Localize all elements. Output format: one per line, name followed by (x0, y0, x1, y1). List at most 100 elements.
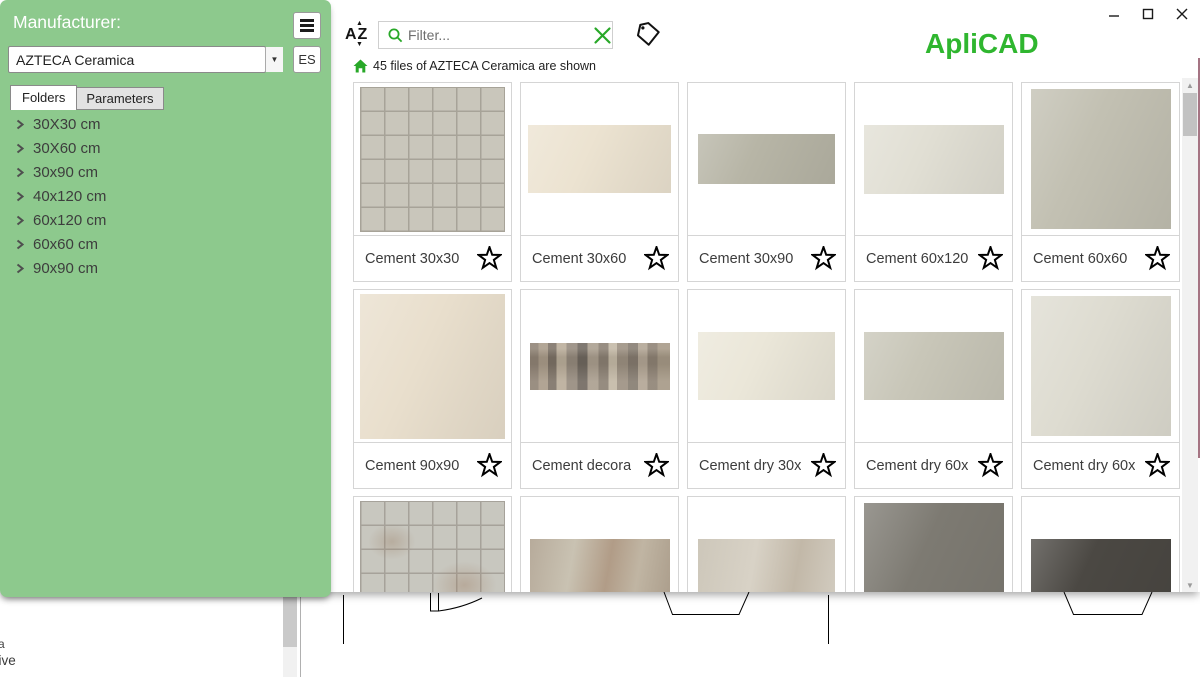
tile-card[interactable]: Cement decora (520, 289, 679, 489)
tile-caption: Cement 30x60 (521, 235, 678, 281)
star-icon (644, 246, 669, 271)
tile-caption: Cement 90x90 (354, 442, 511, 488)
tag-icon (634, 20, 662, 48)
chevron-right-icon (16, 215, 24, 226)
favorite-star-button[interactable] (477, 246, 502, 271)
background-scrollbar-edge (300, 592, 301, 677)
tab-parameters[interactable]: Parameters (76, 87, 163, 110)
tile-thumbnail (360, 501, 505, 592)
filter-search-box[interactable] (378, 21, 613, 49)
scroll-down-arrow[interactable]: ▼ (1182, 578, 1198, 592)
favorite-star-button[interactable] (811, 246, 836, 271)
favorite-star-button[interactable] (1145, 453, 1170, 478)
cad-text-fragment: a (0, 637, 5, 651)
background-scrollbar-thumb[interactable] (283, 592, 297, 647)
folder-tree-item[interactable]: 30X60 cm (0, 136, 331, 160)
favorite-star-button[interactable] (477, 453, 502, 478)
star-icon (978, 246, 1003, 271)
favorite-star-button[interactable] (978, 453, 1003, 478)
tile-name: Cement 60x120 (866, 251, 968, 267)
tile-thumbnail (1031, 539, 1171, 592)
menu-button[interactable] (293, 12, 321, 39)
clear-filter-icon[interactable] (593, 26, 612, 45)
tile-thumbnail (360, 294, 505, 439)
star-icon (477, 453, 502, 478)
folder-tree-item[interactable]: 40x120 cm (0, 184, 331, 208)
chevron-right-icon (16, 263, 24, 274)
tile-card[interactable]: Cement 60x120 (854, 82, 1013, 282)
favorite-star-button[interactable] (644, 453, 669, 478)
tile-thumbnail (698, 134, 835, 184)
folder-tree-item[interactable]: 60x60 cm (0, 232, 331, 256)
tile-card[interactable]: Cement 30x30 (353, 82, 512, 282)
favorite-star-button[interactable] (978, 246, 1003, 271)
folder-tree: 30X30 cm 30X60 cm 30x90 cm 40x120 cm 60x… (0, 112, 331, 280)
cad-line-drawing (0, 592, 1200, 677)
tile-card[interactable]: Cement dry 60x (1021, 289, 1180, 489)
favorite-star-button[interactable] (1145, 246, 1170, 271)
tile-card[interactable]: Cement dry 30x (687, 289, 846, 489)
minimize-button[interactable] (1104, 4, 1124, 24)
tile-thumbnail (1031, 296, 1171, 436)
tile-thumbnail (528, 125, 671, 193)
background-scrollbar[interactable] (283, 592, 297, 677)
folder-item-label: 30x90 cm (33, 164, 98, 181)
chevron-down-icon: ▼ (271, 55, 279, 64)
aplicad-logo: ApliCAD (925, 28, 1039, 60)
folder-item-label: 30X30 cm (33, 116, 101, 133)
tile-card[interactable] (353, 496, 512, 592)
close-button[interactable] (1172, 4, 1192, 24)
tile-name: Cement decora (532, 458, 631, 474)
tile-thumbnail (1031, 89, 1171, 229)
tile-name: Cement 30x90 (699, 251, 793, 267)
tile-card[interactable] (1021, 496, 1180, 592)
search-icon (387, 27, 404, 44)
favorite-star-button[interactable] (644, 246, 669, 271)
grid-scrollbar-thumb[interactable] (1183, 93, 1197, 136)
tile-caption: Cement dry 30x (688, 442, 845, 488)
folder-tree-item[interactable]: 30x90 cm (0, 160, 331, 184)
scroll-up-arrow[interactable]: ▲ (1182, 78, 1198, 92)
tile-card[interactable]: Cement 30x90 (687, 82, 846, 282)
language-button[interactable]: ES (293, 46, 321, 73)
filter-input[interactable] (404, 27, 593, 43)
chevron-right-icon (16, 143, 24, 154)
tile-card[interactable]: Cement 30x60 (520, 82, 679, 282)
tile-card[interactable]: Cement 90x90 (353, 289, 512, 489)
tile-name: Cement dry 60x (1033, 458, 1135, 474)
tile-name: Cement 30x30 (365, 251, 459, 267)
tile-card[interactable]: Cement 60x60 (1021, 82, 1180, 282)
star-icon (811, 246, 836, 271)
combobox-dropdown-button[interactable]: ▼ (265, 47, 283, 72)
tag-filter-button[interactable] (634, 20, 662, 48)
tile-card[interactable] (520, 496, 679, 592)
status-line: 45 files of AZTECA Ceramica are shown (353, 58, 596, 74)
sort-az-button[interactable]: AZ ▲ ▼ (345, 22, 373, 48)
tile-card[interactable] (854, 496, 1013, 592)
tile-caption: Cement decora (521, 442, 678, 488)
home-icon (353, 59, 368, 73)
maximize-icon (1142, 8, 1154, 20)
tile-image-area (855, 83, 1012, 235)
folder-item-label: 90x90 cm (33, 260, 98, 277)
tile-name: Cement 30x60 (532, 251, 626, 267)
tile-card[interactable] (687, 496, 846, 592)
favorite-star-button[interactable] (811, 453, 836, 478)
tile-caption: Cement dry 60x (855, 442, 1012, 488)
folder-tree-item[interactable]: 60x120 cm (0, 208, 331, 232)
folder-tree-item[interactable]: 90x90 cm (0, 256, 331, 280)
tile-image-area (855, 497, 1012, 592)
tile-caption: Cement dry 60x (1022, 442, 1179, 488)
maximize-button[interactable] (1138, 4, 1158, 24)
tile-name: Cement 60x60 (1033, 251, 1127, 267)
grid-scrollbar[interactable]: ▲ ▼ (1182, 78, 1198, 592)
folder-tree-item[interactable]: 30X30 cm (0, 112, 331, 136)
tile-image-area (521, 290, 678, 442)
tile-caption: Cement 30x30 (354, 235, 511, 281)
manufacturer-combobox[interactable]: AZTECA Ceramica (8, 46, 266, 73)
tile-card[interactable]: Cement dry 60x (854, 289, 1013, 489)
tile-image-area (855, 290, 1012, 442)
tile-thumbnail (698, 332, 835, 400)
tab-folders[interactable]: Folders (10, 85, 77, 110)
folder-item-label: 60x120 cm (33, 212, 106, 229)
